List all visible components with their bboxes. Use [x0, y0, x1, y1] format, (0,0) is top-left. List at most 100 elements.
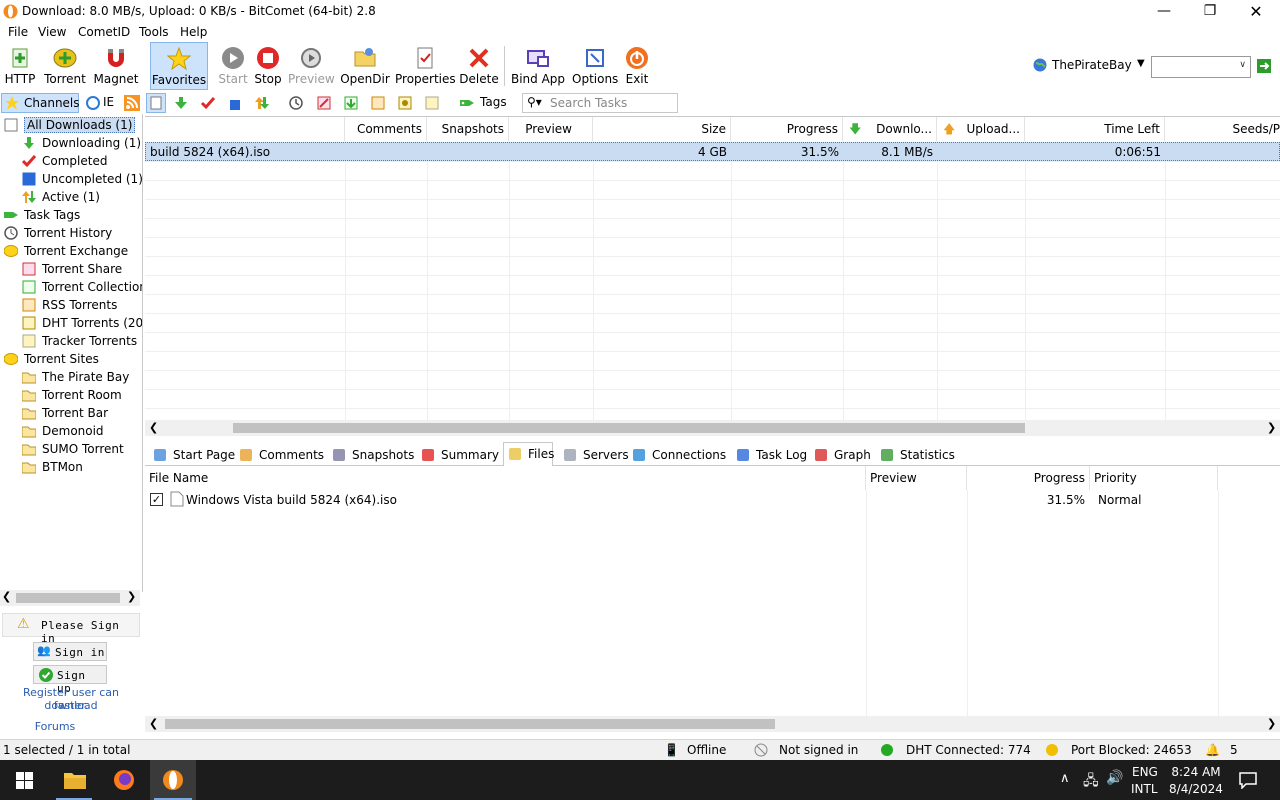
tracker-torrents-icon[interactable] [424, 95, 440, 111]
col-header-time-left[interactable]: Time Left [1025, 117, 1165, 141]
language-code[interactable]: ENG [1132, 765, 1158, 779]
signin-status[interactable]: Not signed in [779, 743, 858, 757]
file-col-progress[interactable]: Progress [967, 466, 1090, 490]
sidebar-item[interactable]: SUMO Torrent [0, 440, 142, 458]
sidebar-item[interactable]: Active (1) [0, 188, 142, 206]
col-header-snapshots[interactable]: Snapshots [427, 117, 509, 141]
go-arrow-icon[interactable] [1257, 59, 1271, 73]
rss-icon[interactable] [124, 95, 140, 111]
language-layout[interactable]: INTL [1131, 782, 1158, 796]
file-col-preview[interactable]: Preview [866, 466, 967, 490]
sidebar-item[interactable]: DHT Torrents (202 [0, 314, 142, 332]
torrent-share-icon[interactable] [316, 95, 332, 111]
completed-check-icon[interactable] [200, 95, 216, 111]
scroll-thumb[interactable] [233, 423, 1025, 433]
sidebar-item[interactable]: Torrent Collection [0, 278, 142, 296]
tasklist-hscrollbar[interactable]: ❮ ❯ [145, 420, 1280, 436]
scroll-thumb[interactable] [165, 719, 775, 729]
tab-files[interactable]: Files [503, 442, 554, 466]
tab-task-log[interactable]: Task Log [732, 444, 807, 466]
tab-snapshots[interactable]: Snapshots [328, 444, 414, 466]
rss-torrents-icon[interactable] [370, 95, 386, 111]
col-header-preview[interactable]: Preview [509, 117, 593, 141]
active-updown-icon[interactable] [254, 95, 270, 111]
dht-torrents-icon[interactable] [397, 95, 413, 111]
sign-up-button[interactable]: Sign up [33, 665, 107, 695]
opendir-button[interactable]: OpenDir [340, 42, 390, 90]
all-tasks-filter-button[interactable] [146, 93, 166, 113]
please-sign-in-button[interactable]: ⚠ Please Sign in [2, 613, 140, 645]
stop-button[interactable]: Stop [252, 42, 284, 90]
windows-start-icon[interactable] [16, 772, 33, 789]
menu-file[interactable]: File [8, 25, 28, 39]
sidebar-item[interactable]: Uncompleted (1) [0, 170, 142, 188]
tab-connections[interactable]: Connections [628, 444, 728, 466]
scroll-right-icon[interactable]: ❯ [1267, 421, 1276, 434]
history-icon[interactable] [288, 95, 304, 111]
volume-icon[interactable]: 🔊 [1106, 770, 1123, 786]
start-button[interactable]: Start [216, 42, 250, 90]
col-header-comments[interactable]: Comments [345, 117, 427, 141]
tab-start-page[interactable]: Start Page [149, 444, 235, 466]
dht-status[interactable]: DHT Connected: 774 [906, 743, 1031, 757]
clock-date[interactable]: 8/4/2024 [1166, 782, 1226, 796]
maximize-button[interactable]: ❐ [1187, 0, 1233, 23]
tab-statistics[interactable]: Statistics [876, 444, 955, 466]
col-header-upload[interactable]: 🡅 Upload... [937, 117, 1025, 141]
col-header-progress[interactable]: Progress [731, 117, 843, 141]
preview-button[interactable]: Preview [288, 42, 335, 90]
bind-app-button[interactable]: Bind App [510, 42, 566, 90]
tab-graph[interactable]: Graph [810, 444, 872, 466]
properties-button[interactable]: Properties [395, 42, 456, 90]
tags-label[interactable]: Tags [480, 95, 507, 109]
magnet-button[interactable]: Magnet [92, 42, 140, 90]
uncompleted-icon[interactable] [227, 95, 243, 111]
scroll-left-icon[interactable]: ❮ [2, 590, 11, 603]
ie-icon[interactable] [85, 95, 101, 111]
site-search-combo[interactable]: ∨ [1151, 56, 1251, 78]
scroll-thumb[interactable] [16, 593, 120, 603]
sidebar-item[interactable]: Torrent Sites [0, 350, 142, 368]
col-header-size[interactable]: Size [593, 117, 731, 141]
options-button[interactable]: Options [572, 42, 618, 90]
torrent-button[interactable]: Torrent [42, 42, 88, 90]
sidebar-item[interactable]: All Downloads (1) [0, 116, 142, 134]
torrent-collection-icon[interactable] [343, 95, 359, 111]
scroll-left-icon[interactable]: ❮ [149, 717, 158, 730]
filelist-hscrollbar[interactable]: ❮ ❯ [145, 716, 1280, 732]
sidebar-item[interactable]: The Pirate Bay [0, 368, 142, 386]
menu-cometid[interactable]: CometID [78, 25, 130, 39]
sidebar-item[interactable]: Demonoid [0, 422, 142, 440]
tab-summary[interactable]: Summary [417, 444, 501, 466]
tab-comments[interactable]: Comments [235, 444, 325, 466]
network-icon[interactable]: 🖧 [1083, 770, 1099, 794]
file-col-priority[interactable]: Priority [1090, 466, 1218, 490]
scroll-right-icon[interactable]: ❯ [1267, 717, 1276, 730]
notification-center-icon[interactable] [1239, 771, 1257, 789]
menu-view[interactable]: View [38, 25, 66, 39]
site-dropdown-arrow-icon[interactable]: ▼ [1137, 58, 1145, 69]
bitcomet-taskbar-button[interactable] [150, 760, 196, 800]
menu-help[interactable]: Help [180, 25, 207, 39]
minimize-button[interactable]: — [1141, 0, 1187, 23]
tab-servers[interactable]: Servers [559, 444, 629, 466]
sidebar-item[interactable]: Completed [0, 152, 142, 170]
delete-button[interactable]: Delete [458, 42, 500, 90]
downloading-arrow-icon[interactable] [173, 95, 189, 111]
col-header-seeds[interactable]: Seeds/P [1165, 117, 1280, 141]
file-checkbox[interactable]: ✓ [150, 493, 163, 506]
sidebar-item[interactable]: Torrent Room [0, 386, 142, 404]
file-explorer-taskbar-button[interactable] [52, 760, 96, 800]
tray-chevron-up-icon[interactable]: ∧ [1060, 771, 1070, 786]
col-header-download[interactable]: 🡇 Downlo... [843, 117, 937, 141]
notification-count[interactable]: 5 [1230, 743, 1238, 757]
sidebar-item[interactable]: Downloading (1) [0, 134, 142, 152]
ie-label[interactable]: IE [103, 95, 114, 109]
file-col-name[interactable]: File Name [145, 466, 866, 490]
offline-status[interactable]: Offline [687, 743, 726, 757]
sidebar-item[interactable]: RSS Torrents [0, 296, 142, 314]
sidebar-item[interactable]: Tracker Torrents [0, 332, 142, 350]
forums-link[interactable]: Forums [2, 720, 108, 733]
exit-button[interactable]: Exit [622, 42, 652, 90]
channels-button[interactable]: Channels [1, 93, 80, 113]
